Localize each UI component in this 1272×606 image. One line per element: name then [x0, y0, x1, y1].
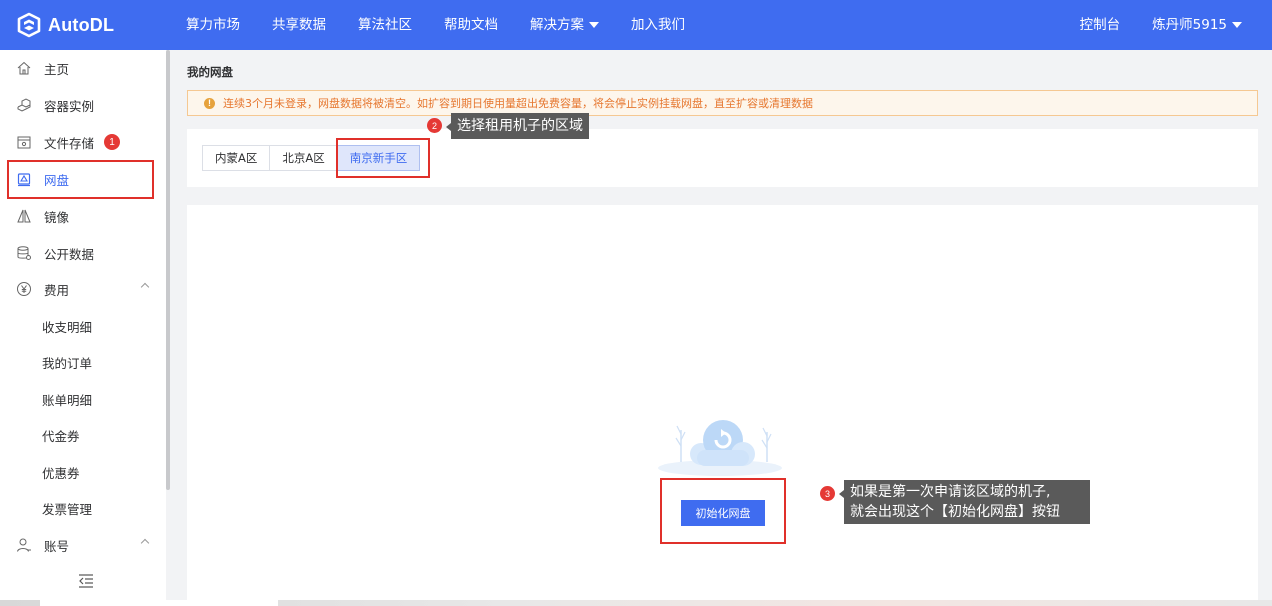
horizontal-scrollbar[interactable] — [40, 600, 278, 606]
main-nav: 算力市场 共享数据 算法社区 帮助文档 解决方案 加入我们 — [170, 0, 701, 50]
region-beijing-a[interactable]: 北京A区 — [269, 145, 338, 171]
home-icon — [16, 60, 32, 76]
sidebar-item-label: 公开数据 — [44, 246, 95, 262]
nav-shared-data[interactable]: 共享数据 — [256, 0, 342, 50]
mirror-icon — [16, 208, 32, 224]
step-3-marker: 3 — [820, 486, 835, 501]
sidebar-item-coupons[interactable]: 优惠券 — [0, 454, 166, 490]
nav-help-docs[interactable]: 帮助文档 — [428, 0, 514, 50]
sidebar-item-vouchers[interactable]: 代金券 — [0, 417, 166, 453]
region-neimeng-a[interactable]: 内蒙A区 — [202, 145, 271, 171]
sidebar-item-label: 主页 — [44, 61, 70, 77]
database-icon — [16, 245, 32, 261]
sidebar-item-label: 账号 — [44, 538, 70, 554]
nav-solutions-label: 解决方案 — [530, 17, 584, 33]
caret-down-icon — [1232, 22, 1242, 28]
sidebar-item-containers[interactable]: 容器实例 — [0, 87, 166, 123]
sidebar-item-images[interactable]: 镜像 — [0, 198, 166, 234]
cloud-illustration-icon — [658, 420, 782, 476]
sidebar-item-invoices[interactable]: 发票管理 — [0, 490, 166, 526]
nav-console[interactable]: 控制台 — [1064, 0, 1137, 50]
nav-solutions[interactable]: 解决方案 — [514, 0, 615, 50]
top-navbar: AutoDL 算力市场 共享数据 算法社区 帮助文档 解决方案 加入我们 控制台… — [0, 0, 1272, 50]
logo[interactable]: AutoDL — [16, 12, 114, 38]
sidebar-scrollbar[interactable] — [166, 50, 170, 490]
sidebar-item-label: 费用 — [44, 282, 70, 298]
nav-join-us[interactable]: 加入我们 — [615, 0, 701, 50]
user-menu[interactable]: 炼丹师5915 — [1136, 0, 1258, 50]
nav-algorithm-community[interactable]: 算法社区 — [342, 0, 428, 50]
caret-down-icon — [589, 22, 599, 28]
nav-compute-market[interactable]: 算力市场 — [170, 0, 256, 50]
step-2-marker: 2 — [427, 118, 442, 133]
sidebar-item-home[interactable]: 主页 — [0, 50, 166, 86]
sidebar-item-label: 文件存储 — [44, 135, 95, 151]
netdisk-highlight-box — [7, 160, 154, 199]
step-3-callout: 如果是第一次申请该区域的机子, 就会出现这个【初始化网盘】按钮 — [839, 480, 1090, 524]
step-3-line-1: 如果是第一次申请该区域的机子, — [850, 484, 1051, 500]
yuan-icon — [16, 281, 32, 297]
sidebar-item-label: 容器实例 — [44, 98, 95, 114]
warning-icon: ! — [204, 97, 215, 109]
sidebar-item-label: 镜像 — [44, 209, 70, 225]
autodl-logo-icon — [17, 12, 41, 38]
warning-alert: ! 连续3个月未登录，网盘数据将被清空。如扩容到期日使用量超出免费容量，将会停止… — [187, 90, 1258, 116]
bottom-edge — [0, 600, 1272, 606]
netdisk-content — [187, 205, 1258, 606]
user-name: 炼丹师5915 — [1152, 17, 1227, 33]
chevron-up-icon — [140, 538, 150, 548]
sidebar-item-transactions[interactable]: 收支明细 — [0, 308, 166, 344]
step-2-callout: 选择租用机子的区域 — [446, 113, 589, 139]
sidebar-item-public-data[interactable]: 公开数据 — [0, 235, 166, 271]
alert-text: 连续3个月未登录，网盘数据将被清空。如扩容到期日使用量超出免费容量，将会停止实例… — [223, 97, 813, 110]
notification-badge: 1 — [104, 134, 121, 150]
init-button-highlight-box — [660, 478, 786, 544]
sidebar-item-bill-details[interactable]: 账单明细 — [0, 381, 166, 417]
sidebar-item-file-storage[interactable]: 文件存储 1 — [0, 124, 166, 160]
step-3-line-2: 就会出现这个【初始化网盘】按钮 — [850, 504, 1060, 520]
page-title: 我的网盘 — [187, 65, 233, 79]
sidebar-item-account[interactable]: 账号 — [0, 527, 166, 563]
sidebar: 主页 容器实例 文件存储 1 网盘 镜像 公开数据 费用 收支明细 我的订单 账… — [0, 50, 166, 606]
chevron-up-icon — [140, 282, 150, 292]
container-icon — [16, 97, 32, 113]
collapse-sidebar-icon[interactable] — [78, 574, 94, 588]
user-icon — [16, 537, 32, 553]
brand-name: AutoDL — [48, 14, 115, 35]
sidebar-item-billing[interactable]: 费用 — [0, 271, 166, 307]
storage-icon — [16, 134, 32, 150]
sidebar-item-my-orders[interactable]: 我的订单 — [0, 344, 166, 380]
nav-right: 控制台 炼丹师5915 — [1064, 0, 1258, 50]
region-highlight-box — [336, 138, 430, 178]
